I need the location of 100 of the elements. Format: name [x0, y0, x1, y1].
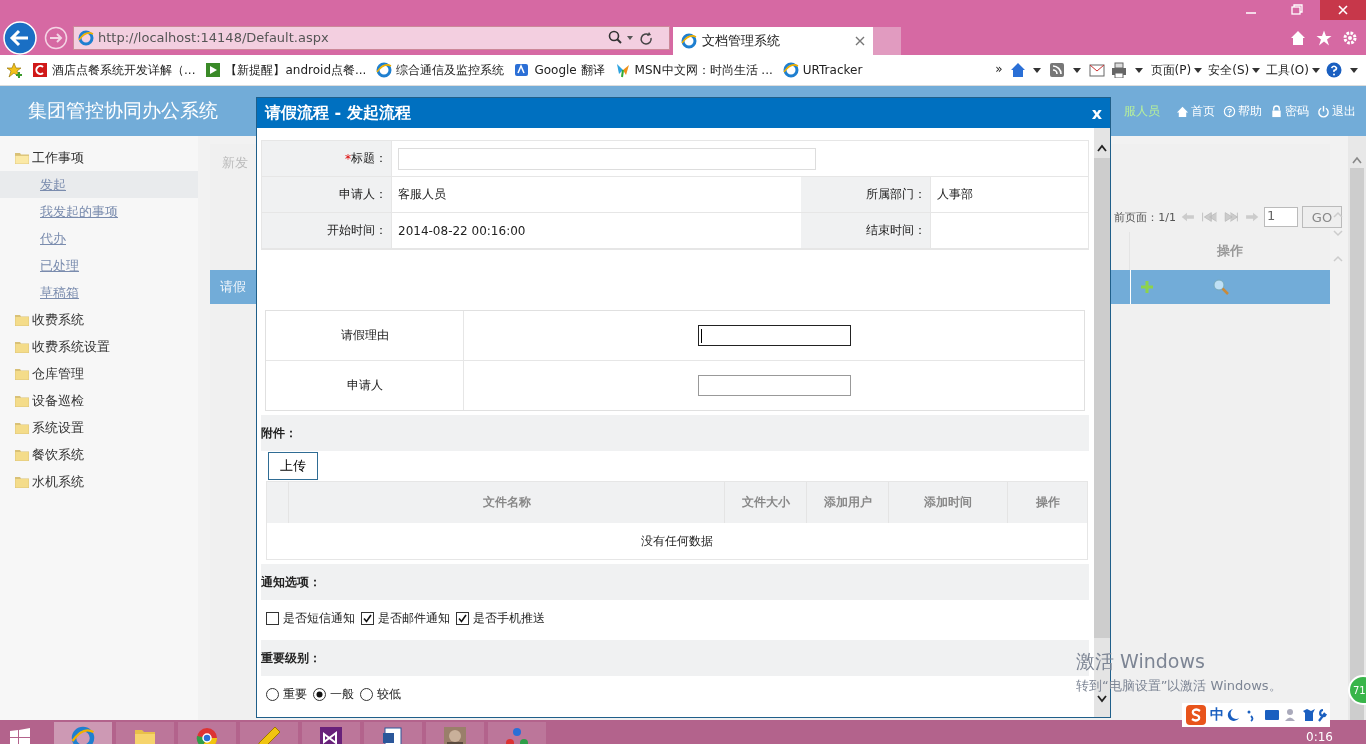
radio-button[interactable]	[266, 687, 279, 701]
radio-button[interactable]	[360, 687, 373, 701]
radio-label: 重要	[283, 685, 307, 703]
checkbox[interactable]	[361, 611, 374, 625]
input-toolbar-icons[interactable]	[1227, 707, 1327, 723]
ie-icon	[782, 62, 799, 78]
column-header: 文件大小	[724, 482, 806, 523]
ie-icon	[78, 29, 94, 46]
favorite-link[interactable]: 【新提醒】android点餐...	[205, 61, 367, 79]
clock[interactable]: 0:16	[1306, 730, 1333, 744]
sidebar-item[interactable]: 工作事项	[0, 144, 198, 171]
user-name: 服人员	[1124, 102, 1160, 120]
input-method-logo-icon[interactable]	[1185, 704, 1207, 726]
caret-icon	[1312, 67, 1320, 73]
sidebar-item[interactable]: 收费系统设置	[0, 333, 198, 360]
ie-icon	[376, 62, 393, 78]
favorite-link[interactable]: MSN中文网：时尚生活 ...	[614, 61, 773, 79]
field-label: 申请人	[266, 361, 464, 410]
document-icon	[381, 726, 405, 744]
checkbox-label: 是否邮件通知	[378, 609, 450, 627]
close-icon[interactable]	[1320, 0, 1366, 20]
command-menu[interactable]: 安全(S)	[1208, 61, 1261, 79]
folder-icon	[15, 448, 29, 461]
scroll-thumb[interactable]	[1094, 158, 1110, 638]
forward-button[interactable]	[44, 25, 68, 50]
favorite-link[interactable]: 综合通信及监控系统	[376, 61, 505, 79]
input-field[interactable]	[697, 375, 851, 396]
taskbar-app[interactable]	[364, 722, 422, 744]
home-icon[interactable]	[1290, 29, 1306, 46]
checkbox[interactable]	[456, 611, 469, 625]
favorite-link[interactable]: URTracker	[782, 62, 863, 78]
help-icon	[1223, 104, 1236, 118]
favorites-star-icon[interactable]	[1316, 29, 1332, 46]
lock-icon	[1270, 104, 1283, 118]
favorite-link[interactable]: 酒店点餐系统开发详解（...	[32, 61, 196, 79]
scroll-thumb[interactable]	[1350, 168, 1364, 720]
page-field[interactable]: 1	[1264, 207, 1298, 227]
c-logo-icon	[32, 62, 48, 78]
pencil-icon	[257, 726, 281, 744]
column-header: 操作	[1007, 482, 1087, 523]
field-label: 开始时间：	[262, 213, 391, 248]
app-title: 集团管控协同办公系统	[28, 98, 218, 123]
empty-message: 没有任何数据	[640, 532, 714, 550]
input-field[interactable]	[697, 325, 851, 346]
close-tab-icon[interactable]	[855, 36, 865, 46]
settings-icon[interactable]	[1342, 29, 1358, 46]
network-icon	[505, 726, 529, 744]
sidebar-item[interactable]: 水机系统	[0, 468, 198, 495]
caret-icon	[1194, 67, 1203, 73]
input-mode-indicator[interactable]: 中	[1210, 706, 1224, 724]
sidebar-item[interactable]: 设备巡检	[0, 387, 198, 414]
upload-button[interactable]: 上传	[268, 452, 318, 480]
field-value: 人事部	[930, 177, 1088, 212]
help-menu-icon[interactable]	[1326, 62, 1360, 78]
sidebar-item[interactable]: 收费系统	[0, 306, 198, 333]
browser-tab[interactable]: 文档管理系统	[673, 27, 873, 55]
field-label: *标题：	[262, 141, 391, 176]
table-cell: 请假	[220, 278, 246, 296]
translate-icon	[514, 62, 531, 78]
scrollbar[interactable]	[1348, 136, 1366, 720]
sidebar-item[interactable]: 餐饮系统	[0, 441, 198, 468]
checkbox[interactable]	[266, 611, 279, 625]
command-menu[interactable]: 页面(P)	[1150, 61, 1203, 79]
start-icon[interactable]	[10, 728, 30, 744]
page-info: 前页面：1/1	[1114, 209, 1176, 225]
sidebar-item[interactable]: 仓库管理	[0, 360, 198, 387]
column-header: 文件名称	[288, 482, 724, 523]
field-label: 所属部门：	[801, 177, 930, 212]
photo-icon	[443, 726, 467, 744]
ie-icon	[71, 726, 95, 744]
add-favorite-icon[interactable]	[6, 62, 22, 78]
favorite-link[interactable]: Google 翻译	[514, 61, 605, 79]
checkbox-label: 是否手机推送	[473, 609, 545, 627]
power-icon	[1317, 104, 1330, 118]
folder-icon	[15, 367, 29, 380]
title-field[interactable]	[398, 147, 816, 170]
home-icon	[1176, 104, 1189, 118]
scroll-down-icon[interactable]	[1097, 695, 1107, 703]
close-button[interactable]: x	[1089, 103, 1104, 123]
taskbar-app[interactable]	[302, 722, 360, 744]
overflow-chevron[interactable]: »	[995, 61, 1003, 76]
folder-icon	[15, 475, 29, 488]
search-icon[interactable]	[1213, 279, 1229, 295]
ie-icon	[681, 33, 697, 49]
radio-button[interactable]	[313, 687, 326, 701]
sidebar-item[interactable]: 系统设置	[0, 414, 198, 441]
feeds-icon[interactable]	[1048, 62, 1083, 78]
address-bar[interactable]: http://localhost:14148/Default.aspx	[73, 25, 670, 50]
field-label: 请假理由	[266, 311, 464, 360]
command-menu[interactable]: 工具(O)	[1266, 61, 1320, 79]
play-icon	[205, 62, 222, 78]
print-icon[interactable]	[1110, 62, 1145, 78]
section-heading: 附件：	[261, 415, 1089, 451]
open-folder-icon	[15, 151, 29, 164]
back-button[interactable]	[3, 20, 37, 55]
scroll-up-icon[interactable]	[1097, 144, 1107, 152]
chrome-icon	[195, 726, 219, 744]
dialog-title: 请假流程 - 发起流程	[265, 102, 411, 124]
mail-icon[interactable]	[1088, 62, 1105, 78]
taskbar-app[interactable]	[426, 722, 484, 744]
